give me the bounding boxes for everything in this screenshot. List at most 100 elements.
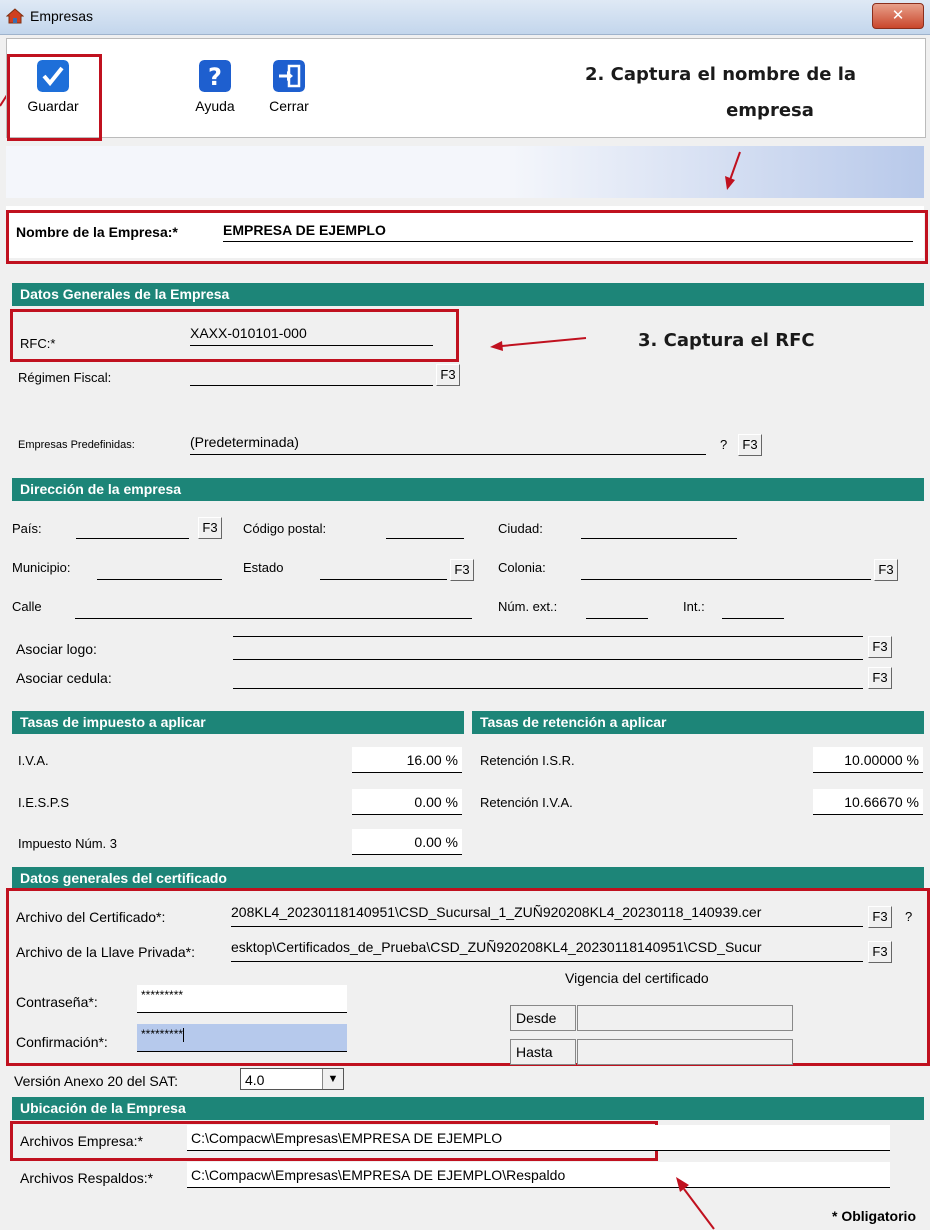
imp3-field[interactable]: 0.00 % bbox=[352, 829, 462, 855]
password-field[interactable]: ********* bbox=[137, 985, 347, 1013]
desde-label: Desde bbox=[510, 1005, 576, 1031]
cert-field[interactable]: 208KL4_20230118140951\CSD_Sucursal_1_ZUÑ… bbox=[231, 904, 863, 927]
ret-iva-label: Retención I.V.A. bbox=[480, 795, 573, 810]
archivos-label: Archivos Empresa:* bbox=[20, 1133, 143, 1149]
desde-field bbox=[577, 1005, 793, 1031]
close-label: Cerrar bbox=[269, 98, 309, 114]
save-label: Guardar bbox=[27, 98, 79, 114]
text-cursor bbox=[183, 1027, 185, 1042]
annotation-step3: 3. Captura el RFC bbox=[638, 330, 815, 351]
confirm-field[interactable]: ********* bbox=[137, 1024, 347, 1052]
int-label: Int.: bbox=[683, 599, 705, 614]
window-title: Empresas bbox=[30, 8, 94, 24]
municipio-field[interactable] bbox=[97, 557, 222, 580]
ciudad-label: Ciudad: bbox=[498, 521, 543, 536]
colonia-f3-button[interactable]: F3 bbox=[874, 559, 898, 581]
cedula-field[interactable] bbox=[233, 666, 863, 689]
annotation-arrow-down bbox=[725, 151, 741, 190]
num-ext-label: Núm. ext.: bbox=[498, 599, 558, 614]
hasta-field bbox=[577, 1039, 793, 1065]
cp-field[interactable] bbox=[386, 518, 464, 539]
cert-help-icon[interactable]: ? bbox=[905, 909, 912, 924]
calle-field[interactable] bbox=[75, 596, 472, 619]
ret-isr-label: Retención I.S.R. bbox=[480, 753, 575, 768]
annotation-step2-line1: 2. Captura el nombre de la bbox=[585, 64, 857, 85]
respaldos-field[interactable]: C:\Compacw\Empresas\EMPRESA DE EJEMPLO\R… bbox=[187, 1162, 890, 1188]
company-name-field[interactable]: EMPRESA DE EJEMPLO bbox=[223, 222, 913, 242]
key-f3-button[interactable]: F3 bbox=[868, 941, 892, 963]
header-band bbox=[6, 146, 924, 198]
pais-f3-button[interactable]: F3 bbox=[198, 517, 222, 539]
iva-label: I.V.A. bbox=[18, 753, 49, 768]
cp-label: Código postal: bbox=[243, 521, 327, 536]
predef-help-icon[interactable]: ? bbox=[720, 437, 727, 452]
required-note: * Obligatorio bbox=[832, 1208, 916, 1224]
section-header-certificate: Datos generales del certificado bbox=[12, 867, 924, 890]
svg-text:?: ? bbox=[208, 63, 222, 91]
checkmark-icon bbox=[37, 60, 69, 92]
calle-label: Calle bbox=[12, 599, 42, 614]
imp3-label: Impuesto Núm. 3 bbox=[18, 836, 117, 851]
predef-field[interactable]: (Predeterminada) bbox=[190, 434, 706, 455]
cedula-label: Asociar cedula: bbox=[16, 670, 112, 686]
cert-f3-button[interactable]: F3 bbox=[868, 906, 892, 928]
pais-label: País: bbox=[12, 521, 42, 536]
rfc-field[interactable]: XAXX-010101-000 bbox=[190, 325, 433, 346]
iesps-label: I.E.S.P.S bbox=[18, 795, 70, 810]
colonia-field[interactable] bbox=[581, 557, 871, 580]
key-label: Archivo de la Llave Privada*: bbox=[16, 944, 195, 960]
estado-field[interactable] bbox=[320, 557, 447, 580]
close-window-button[interactable]: ✕ bbox=[872, 3, 924, 29]
section-header-general: Datos Generales de la Empresa bbox=[12, 283, 924, 306]
key-field[interactable]: esktop\Certificados_de_Prueba\CSD_ZUÑ920… bbox=[231, 939, 863, 962]
help-button[interactable]: ? Ayuda bbox=[180, 60, 250, 114]
estado-label: Estado bbox=[243, 560, 284, 575]
section-header-address: Dirección de la empresa bbox=[12, 478, 924, 501]
password-label: Contraseña*: bbox=[16, 994, 98, 1010]
question-mark-icon: ? bbox=[199, 60, 231, 92]
section-header-location: Ubicación de la Empresa bbox=[12, 1097, 924, 1120]
logo-f3-button[interactable]: F3 bbox=[868, 636, 892, 658]
version-value: 4.0 bbox=[245, 1072, 265, 1088]
company-name-label: Nombre de la Empresa:* bbox=[16, 224, 178, 240]
colonia-label: Colonia: bbox=[498, 560, 546, 575]
predef-label: Empresas Predefinidas: bbox=[18, 439, 135, 451]
app-house-icon bbox=[6, 8, 24, 24]
iesps-field[interactable]: 0.00 % bbox=[352, 789, 462, 815]
estado-f3-button[interactable]: F3 bbox=[450, 559, 474, 581]
archivos-field[interactable]: C:\Compacw\Empresas\EMPRESA DE EJEMPLO bbox=[187, 1125, 890, 1151]
municipio-label: Municipio: bbox=[12, 560, 71, 575]
close-button[interactable]: Cerrar bbox=[254, 60, 324, 114]
regimen-label: Régimen Fiscal: bbox=[18, 370, 112, 385]
confirm-label: Confirmación*: bbox=[16, 1034, 108, 1050]
int-field[interactable] bbox=[722, 596, 784, 619]
respaldos-label: Archivos Respaldos:* bbox=[20, 1170, 154, 1186]
predef-f3-button[interactable]: F3 bbox=[738, 434, 762, 456]
cedula-f3-button[interactable]: F3 bbox=[868, 667, 892, 689]
num-ext-field[interactable] bbox=[586, 596, 648, 619]
ret-isr-field[interactable]: 10.00000 % bbox=[813, 747, 923, 773]
logo-label: Asociar logo: bbox=[16, 641, 97, 657]
chevron-down-icon[interactable]: ▼ bbox=[322, 1069, 343, 1089]
section-header-taxes: Tasas de impuesto a aplicar bbox=[12, 711, 464, 734]
confirm-value: ********* bbox=[141, 1027, 184, 1041]
vigencia-title: Vigencia del certificado bbox=[565, 970, 709, 986]
logo-field[interactable] bbox=[233, 636, 863, 660]
regimen-f3-button[interactable]: F3 bbox=[436, 364, 460, 386]
ciudad-field[interactable] bbox=[581, 518, 737, 539]
cert-label: Archivo del Certificado*: bbox=[16, 909, 166, 925]
iva-field[interactable]: 16.00 % bbox=[352, 747, 462, 773]
save-button[interactable]: Guardar bbox=[14, 60, 92, 114]
ret-iva-field[interactable]: 10.66670 % bbox=[813, 789, 923, 815]
toolbar bbox=[6, 38, 926, 138]
regimen-field[interactable] bbox=[190, 367, 433, 386]
title-bar: Empresas ✕ bbox=[0, 0, 930, 35]
section-header-retentions: Tasas de retención a aplicar bbox=[472, 711, 924, 734]
version-select[interactable]: 4.0 ▼ bbox=[240, 1068, 344, 1090]
hasta-label: Hasta bbox=[510, 1039, 576, 1065]
annotation-step2-line2: empresa bbox=[726, 100, 814, 121]
pais-field[interactable] bbox=[76, 518, 189, 539]
version-label: Versión Anexo 20 del SAT: bbox=[14, 1073, 178, 1089]
annotation-arrow-archivos bbox=[676, 1177, 715, 1230]
help-label: Ayuda bbox=[195, 98, 235, 114]
